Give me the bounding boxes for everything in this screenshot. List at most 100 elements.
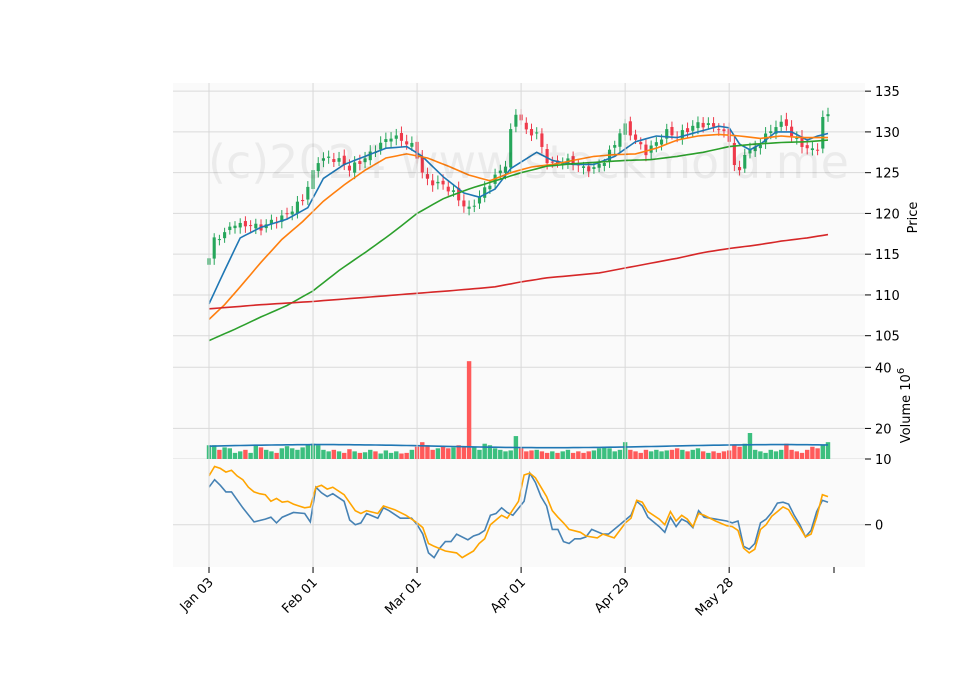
- candle-body: [249, 225, 253, 227]
- volume-bar: [747, 433, 753, 459]
- volume-bar: [461, 447, 467, 459]
- volume-tick-label: 40: [875, 361, 892, 376]
- price-tick-label: 120: [875, 207, 900, 222]
- volume-bar: [700, 451, 706, 459]
- volume-bar: [368, 449, 373, 459]
- volume-bar: [685, 451, 690, 459]
- volume-bar: [648, 451, 654, 459]
- volume-bar: [737, 446, 742, 459]
- volume-bar: [565, 449, 571, 459]
- volume-bar: [586, 451, 591, 459]
- volume-bar: [394, 451, 399, 459]
- volume-bar: [534, 449, 539, 459]
- watermark: (c)2024 www.stockmold.me: [208, 135, 849, 189]
- volume-bar: [352, 451, 357, 459]
- volume-bar: [570, 452, 576, 459]
- volume-bar: [742, 443, 747, 459]
- volume-bar: [732, 445, 737, 459]
- candle-body: [472, 205, 476, 207]
- volume-panel: 10 20 40 Volume 106: [173, 352, 914, 468]
- volume-bar: [378, 453, 383, 459]
- volume-bar: [227, 448, 233, 459]
- volume-bar: [815, 448, 820, 459]
- volume-bar: [794, 451, 800, 459]
- volume-bar: [581, 452, 586, 459]
- candle-body: [243, 221, 247, 227]
- volume-bar: [498, 449, 503, 459]
- volume-bar: [248, 452, 253, 459]
- volume-bar: [217, 449, 222, 459]
- volume-bar: [305, 444, 311, 459]
- volume-bar: [331, 449, 337, 459]
- candle-body: [467, 206, 471, 209]
- volume-bar: [399, 453, 404, 459]
- volume-bar: [347, 449, 352, 459]
- volume-bar: [804, 449, 810, 459]
- volume-bar: [232, 452, 238, 459]
- volume-bar: [758, 451, 763, 459]
- volume-bar: [211, 445, 217, 459]
- candle-body: [535, 132, 539, 134]
- volume-bar: [810, 446, 815, 459]
- volume-bar: [799, 452, 805, 459]
- volume-bar: [560, 451, 565, 459]
- volume-bar: [435, 448, 441, 459]
- candle-body: [628, 121, 632, 136]
- volume-exponent: 6: [896, 368, 907, 374]
- volume-bar: [674, 448, 680, 459]
- volume-bar: [820, 445, 826, 459]
- volume-tick-label: 20: [875, 422, 892, 437]
- volume-bar: [602, 446, 607, 459]
- volume-bar: [544, 452, 550, 459]
- candle-body: [212, 237, 216, 259]
- price-panel: 105 110 115 120 125 130 135 Price: [173, 83, 921, 352]
- volume-bar: [269, 451, 274, 459]
- candle-body: [514, 114, 518, 127]
- volume-bar: [789, 449, 794, 459]
- candle-body: [685, 128, 690, 133]
- volume-bar: [316, 445, 321, 459]
- candle-body: [301, 199, 305, 202]
- volume-bar: [690, 449, 695, 459]
- volume-bar: [295, 449, 300, 459]
- candle-body: [451, 190, 456, 192]
- volume-bar: [612, 451, 617, 459]
- volume-bar: [695, 448, 701, 459]
- candle-body: [696, 122, 700, 129]
- volume-bar: [638, 452, 643, 459]
- volume-bar: [336, 451, 342, 459]
- x-tick-label: Feb 01: [279, 575, 321, 617]
- x-tick-label: Apr 01: [488, 575, 529, 616]
- volume-bar: [258, 447, 264, 459]
- candle-body: [524, 122, 528, 130]
- volume-bar: [222, 447, 227, 459]
- volume-bar: [784, 443, 789, 459]
- volume-bar: [643, 449, 649, 459]
- candle-body: [254, 223, 258, 229]
- volume-bar: [383, 450, 389, 459]
- candle-body: [290, 211, 294, 215]
- volume-bar: [342, 452, 347, 459]
- candle-body: [701, 122, 705, 128]
- volume-bar: [617, 449, 623, 459]
- volume-bar: [555, 452, 560, 459]
- volume-bar: [591, 450, 597, 459]
- candle-body: [462, 200, 466, 207]
- price-axis-label: Price: [906, 202, 921, 234]
- candle-body: [722, 129, 726, 132]
- volume-bar: [706, 452, 711, 459]
- volume-bar: [253, 445, 259, 459]
- volume-bar: [550, 451, 555, 459]
- volume-bar: [451, 447, 456, 459]
- candle-body: [233, 225, 237, 229]
- volume-bar: [440, 446, 446, 459]
- volume-bar: [628, 449, 633, 459]
- volume-bar: [768, 449, 773, 459]
- oscillator-background: [173, 459, 865, 567]
- candle-body: [691, 125, 695, 131]
- volume-bar: [482, 443, 487, 459]
- candle-body: [717, 129, 721, 131]
- volume-bar: [607, 448, 612, 459]
- volume-bar: [529, 450, 534, 459]
- volume-background: [173, 352, 865, 459]
